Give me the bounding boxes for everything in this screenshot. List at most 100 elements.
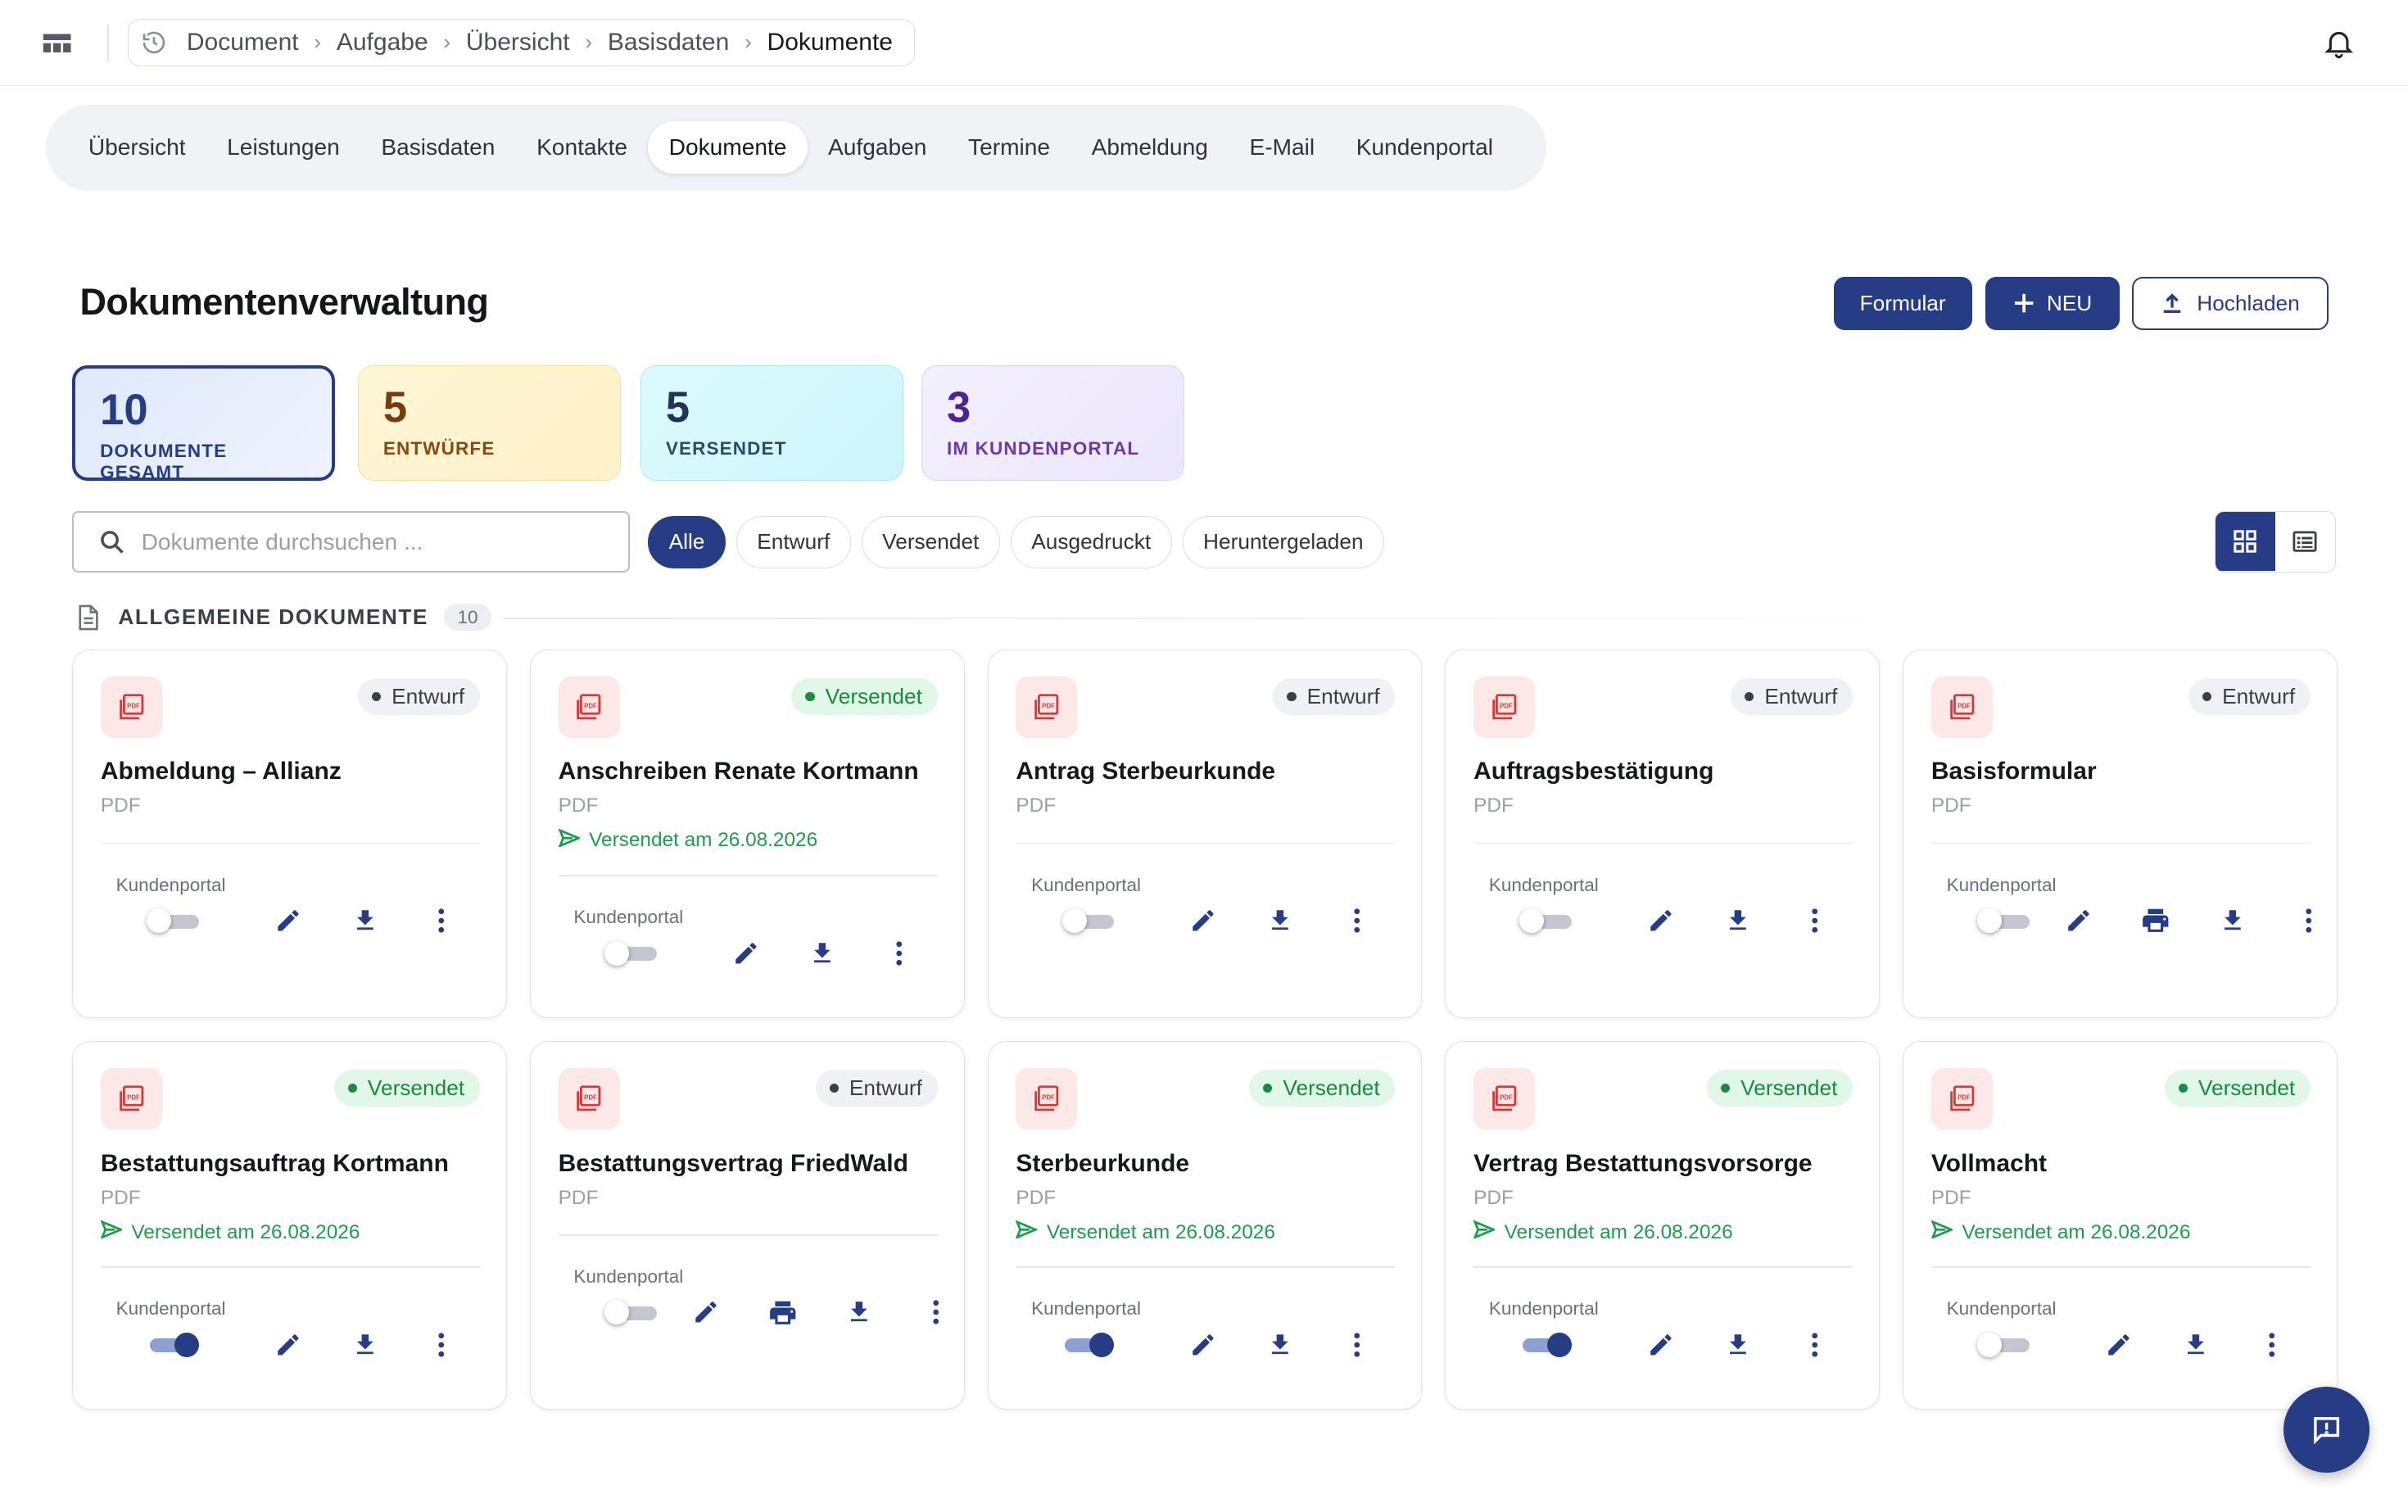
upload-button[interactable]: Hochladen — [2131, 276, 2329, 331]
search-input[interactable] — [141, 528, 603, 555]
download-icon[interactable] — [2214, 903, 2251, 939]
download-icon[interactable] — [1261, 903, 1298, 939]
grid-view-icon[interactable] — [2215, 512, 2275, 571]
more-vertical-icon[interactable] — [1796, 1326, 1833, 1363]
edit-icon[interactable] — [1185, 1326, 1222, 1363]
download-icon[interactable] — [346, 903, 383, 939]
tab-kontakte[interactable]: Kontakte — [516, 121, 649, 174]
edit-icon[interactable] — [2100, 1326, 2137, 1363]
kundenportal-toggle[interactable] — [147, 1332, 199, 1357]
sidebar-toggle-icon[interactable] — [40, 28, 74, 59]
document-title: Basisformular — [1930, 758, 2097, 785]
edit-icon[interactable] — [727, 935, 764, 971]
edit-icon[interactable] — [1642, 1326, 1679, 1363]
document-card[interactable]: PDF Entwurf Antrag Sterbeurkunde PDF Kundenp… — [987, 650, 1423, 1019]
formular-button[interactable]: Formular — [1833, 276, 1972, 331]
download-icon[interactable] — [1261, 1326, 1298, 1363]
new-button-label: NEU — [2046, 290, 2093, 315]
tab-basisdaten[interactable]: Basisdaten — [360, 121, 516, 174]
new-button[interactable]: NEU — [1985, 276, 2120, 331]
tab-aufgaben[interactable]: Aufgaben — [808, 121, 948, 174]
filter-printed[interactable]: Ausgedruckt — [1010, 516, 1172, 568]
more-vertical-icon[interactable] — [423, 903, 460, 939]
breadcrumb-item[interactable]: Übersicht — [466, 29, 570, 57]
status-dot — [1287, 691, 1297, 701]
document-card[interactable]: PDF Entwurf Bestattungsvertrag FriedWald PD… — [529, 1041, 965, 1410]
document-card[interactable]: PDF Entwurf Basisformular PDF Kundenportal — [1903, 650, 2338, 1019]
breadcrumb-item[interactable]: Basisdaten — [608, 29, 729, 57]
document-card[interactable]: PDF Entwurf Abmeldung – Allianz PDF Kundenpo… — [72, 650, 507, 1019]
download-icon[interactable] — [1719, 1326, 1756, 1363]
pdf-icon: PDF — [100, 1068, 162, 1130]
document-type: PDF — [1473, 794, 1514, 817]
download-icon[interactable] — [2177, 1326, 2214, 1363]
edit-icon[interactable] — [1642, 903, 1679, 939]
kundenportal-toggle[interactable] — [147, 908, 199, 934]
status-label: Entwurf — [2222, 683, 2296, 708]
more-vertical-icon[interactable] — [1338, 1326, 1375, 1363]
print-icon[interactable] — [2137, 903, 2174, 939]
download-icon[interactable] — [804, 935, 841, 971]
more-vertical-icon[interactable] — [917, 1294, 954, 1331]
kundenportal-toggle[interactable] — [1977, 1332, 2030, 1357]
list-view-icon[interactable] — [2275, 512, 2335, 570]
edit-icon[interactable] — [269, 1326, 306, 1363]
edit-icon[interactable] — [687, 1294, 724, 1331]
edit-icon[interactable] — [269, 903, 306, 939]
kundenportal-toggle[interactable] — [1519, 908, 1573, 934]
download-icon[interactable] — [1719, 903, 1756, 939]
history-icon[interactable] — [141, 29, 169, 57]
toggle-knob — [147, 908, 172, 934]
stat-total[interactable]: 10 DOKUMENTE GESAMT — [72, 365, 335, 482]
kundenportal-toggle[interactable] — [604, 940, 657, 966]
document-card[interactable]: PDF Versendet Bestattungsauftrag Kortmann P… — [72, 1041, 507, 1410]
kundenportal-toggle[interactable] — [604, 1300, 657, 1325]
document-card[interactable]: PDF Versendet Anschreiben Renate Kortmann P… — [529, 650, 965, 1019]
sent-date-text: Versendet am 26.08.2026 — [1046, 1220, 1275, 1243]
more-vertical-icon[interactable] — [423, 1326, 460, 1363]
edit-icon[interactable] — [2060, 903, 2097, 939]
section-title: ALLGEMEINE DOKUMENTE — [118, 604, 428, 630]
sent-date-text: Versendet am 26.08.2026 — [1962, 1220, 2191, 1243]
document-card[interactable]: PDF Versendet Vertrag Bestattungsvorsorge P… — [1445, 1041, 1880, 1410]
more-vertical-icon[interactable] — [2254, 1326, 2291, 1363]
tab-dokumente[interactable]: Dokumente — [648, 121, 808, 174]
download-icon[interactable] — [841, 1294, 878, 1331]
filter-all[interactable]: Alle — [648, 516, 726, 568]
tab-kundenportal[interactable]: Kundenportal — [1335, 121, 1514, 174]
more-vertical-icon[interactable] — [2291, 903, 2328, 939]
filter-draft[interactable]: Entwurf — [736, 516, 851, 568]
sent-date: Versendet am 26.08.2026 — [1473, 1220, 1733, 1245]
svg-text:PDF: PDF — [1042, 1094, 1055, 1102]
document-card[interactable]: PDF Versendet Sterbeurkunde PDF Versendet am… — [987, 1041, 1423, 1410]
tab-email[interactable]: E-Mail — [1229, 121, 1335, 174]
filter-sent[interactable]: Versendet — [861, 516, 1000, 568]
tab-leistungen[interactable]: Leistungen — [206, 121, 360, 174]
tab-uebersicht[interactable]: Übersicht — [68, 121, 206, 174]
bell-icon[interactable] — [2322, 25, 2356, 61]
status-dot — [1745, 691, 1754, 701]
tab-termine[interactable]: Termine — [948, 121, 1071, 174]
document-card[interactable]: PDF Entwurf Auftragsbestätigung PDF Kundenpo… — [1445, 650, 1880, 1019]
chat-button[interactable] — [2284, 1387, 2370, 1474]
kundenportal-toggle[interactable] — [1061, 908, 1115, 934]
stat-drafts[interactable]: 5 ENTWÜRFE — [357, 365, 621, 481]
kundenportal-toggle[interactable] — [1977, 908, 2030, 934]
toggle-knob — [1089, 1332, 1115, 1357]
more-vertical-icon[interactable] — [1796, 903, 1833, 939]
breadcrumb-item[interactable]: Document — [187, 29, 299, 57]
tab-abmeldung[interactable]: Abmeldung — [1070, 121, 1229, 174]
document-card[interactable]: PDF Versendet Vollmacht PDF Versendet am 26.… — [1903, 1041, 2338, 1410]
more-vertical-icon[interactable] — [1338, 903, 1375, 939]
edit-icon[interactable] — [1185, 903, 1222, 939]
pdf-icon: PDF — [1930, 1068, 1993, 1130]
stat-portal[interactable]: 3 IM KUNDENPORTAL — [921, 365, 1184, 481]
stat-sent[interactable]: 5 VERSENDET — [640, 365, 903, 481]
filter-downloaded[interactable]: Heruntergeladen — [1182, 516, 1384, 568]
kundenportal-toggle[interactable] — [1519, 1332, 1573, 1357]
print-icon[interactable] — [764, 1294, 801, 1331]
more-vertical-icon[interactable] — [880, 935, 917, 971]
breadcrumb-item[interactable]: Aufgabe — [337, 29, 428, 57]
download-icon[interactable] — [346, 1326, 383, 1363]
kundenportal-toggle[interactable] — [1062, 1332, 1115, 1357]
